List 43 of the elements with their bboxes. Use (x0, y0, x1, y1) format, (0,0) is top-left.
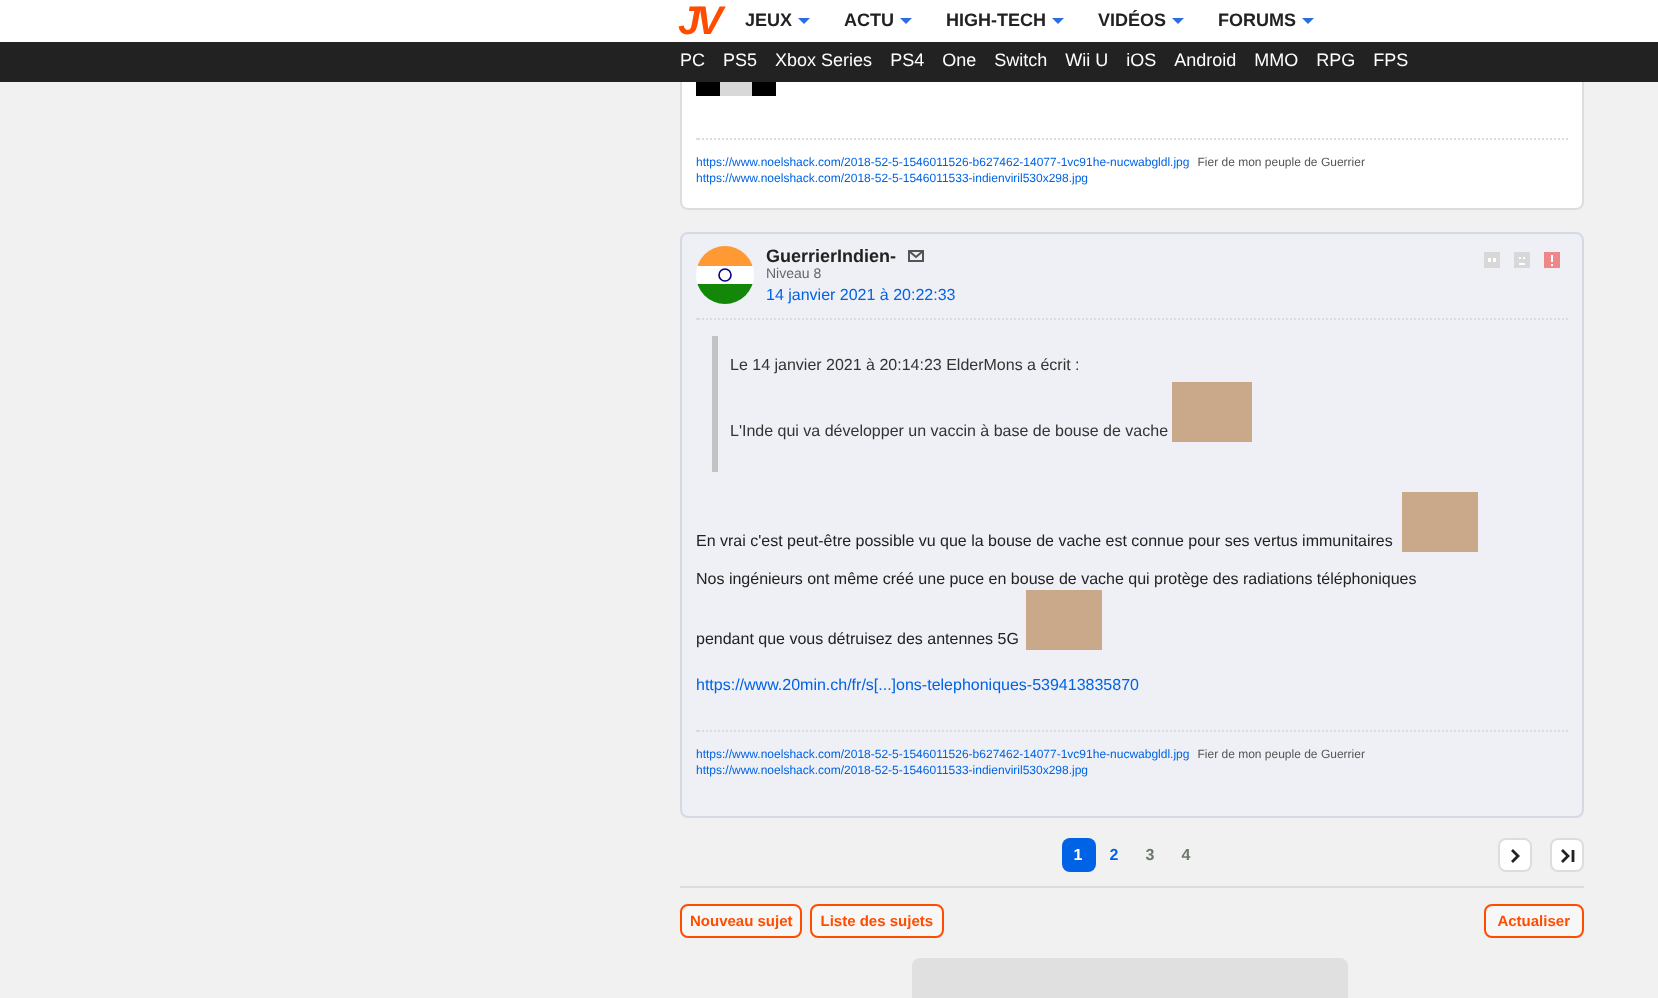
caret-icon (899, 17, 912, 26)
page-link[interactable]: 4 (1169, 838, 1203, 872)
platform-link[interactable]: FPS (1373, 48, 1409, 76)
page-link[interactable]: 3 (1133, 838, 1167, 872)
last-page-button[interactable] (1550, 838, 1584, 872)
platform-link[interactable]: PS5 (723, 48, 758, 76)
platform-link[interactable]: One (942, 48, 977, 76)
platform-link[interactable]: Android (1174, 48, 1237, 76)
chevron-right-icon (1510, 847, 1520, 863)
menu-link[interactable]: HIGH-TECH (945, 7, 1064, 35)
post-text: Nos ingénieurs ont même créé une puce en bouse de vache qui protège des radiations téléphoniques (696, 570, 1419, 590)
caret-icon (797, 17, 810, 26)
menu-link[interactable]: ACTU (843, 7, 912, 35)
photo-placeholder (1026, 590, 1103, 650)
caret-icon (1172, 17, 1184, 26)
platform-link[interactable]: PS4 (890, 48, 925, 76)
photo-placeholder (1172, 382, 1253, 442)
menu-link[interactable]: FORUMS (1218, 7, 1314, 35)
platform-link[interactable]: MMO (1254, 48, 1299, 76)
mail-icon[interactable] (908, 250, 925, 262)
post-date-link[interactable]: 14 janvier 2021 à 20:22:33 (766, 286, 956, 306)
platform-link[interactable]: RPG (1316, 48, 1356, 76)
menu-link[interactable]: JEUX (744, 7, 810, 35)
page-link[interactable]: 1 (1061, 838, 1095, 872)
post-text: pendant que vous détruisez des antennes 5G (696, 630, 1019, 650)
caret-icon (1051, 17, 1064, 26)
caret-icon (1302, 17, 1314, 26)
next-page-button[interactable] (1498, 838, 1532, 872)
platform-link[interactable]: Wii U (1065, 48, 1109, 76)
quote-text: L'Inde qui va développer un vaccin à base de bouse de vache (730, 422, 1169, 442)
platform-link[interactable]: PC (680, 48, 706, 76)
photo-placeholder (1402, 492, 1479, 552)
platform-link[interactable]: Switch (994, 48, 1048, 76)
quote-header: Le 14 janvier 2021 à 20:14:23 ElderMons a écrit : (730, 354, 1082, 378)
author-name[interactable]: GuerrierIndien- (766, 246, 897, 266)
last-page-icon (1559, 847, 1575, 863)
page-link[interactable]: 2 (1097, 838, 1131, 872)
article-link[interactable]: https://www.20min.ch/fr/s[...]ons-telephoniques-539413835870 (696, 674, 1568, 698)
platform-link[interactable]: iOS (1126, 48, 1157, 76)
menu-link[interactable]: VIDÉOS (1097, 7, 1184, 35)
platform-link[interactable]: Xbox Series (775, 48, 873, 76)
post-text: En vrai c'est peut-être possible vu que la bouse de vache est connue pour ses vertus immunitaires (696, 532, 1393, 552)
flag-avatar-icon (696, 246, 754, 304)
